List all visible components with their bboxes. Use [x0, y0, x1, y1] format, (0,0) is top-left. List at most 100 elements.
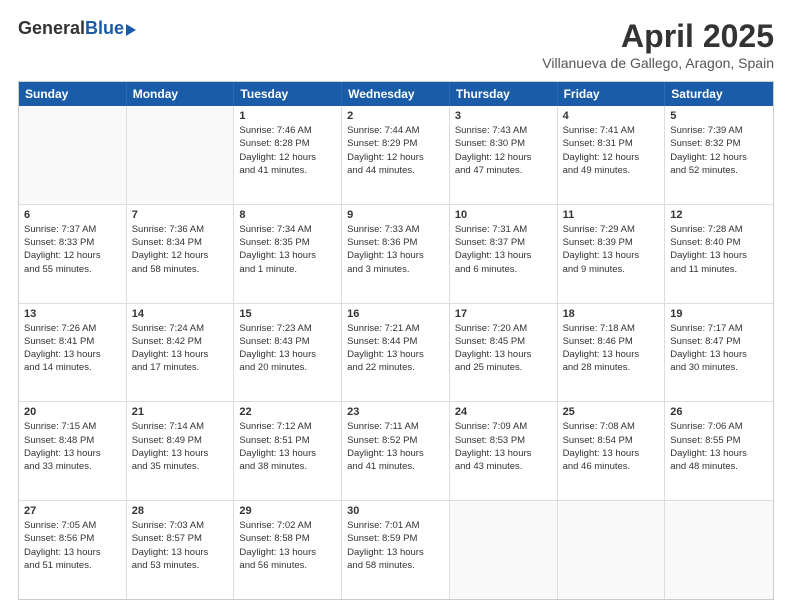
- cell-info-line: Sunset: 8:30 PM: [455, 137, 552, 150]
- day-number: 9: [347, 209, 444, 221]
- calendar-cell: 5Sunrise: 7:39 AMSunset: 8:32 PMDaylight…: [665, 106, 773, 204]
- cell-info-line: Sunrise: 7:03 AM: [132, 519, 229, 532]
- cell-info-line: and 38 minutes.: [239, 460, 336, 473]
- calendar-cell: [450, 501, 558, 599]
- header-day-sunday: Sunday: [19, 82, 127, 106]
- cell-info-line: Sunset: 8:47 PM: [670, 335, 768, 348]
- cell-info-line: Sunrise: 7:02 AM: [239, 519, 336, 532]
- cell-info-line: Sunset: 8:46 PM: [563, 335, 660, 348]
- cell-info-line: Daylight: 12 hours: [132, 249, 229, 262]
- cell-info-line: Daylight: 13 hours: [670, 249, 768, 262]
- cell-info-line: and 44 minutes.: [347, 164, 444, 177]
- cell-info-line: and 14 minutes.: [24, 361, 121, 374]
- day-number: 26: [670, 406, 768, 418]
- cell-info-line: and 58 minutes.: [347, 559, 444, 572]
- cell-info-line: Sunset: 8:54 PM: [563, 434, 660, 447]
- cell-info-line: Sunset: 8:49 PM: [132, 434, 229, 447]
- day-number: 23: [347, 406, 444, 418]
- day-number: 20: [24, 406, 121, 418]
- day-number: 17: [455, 308, 552, 320]
- cell-info-line: Daylight: 13 hours: [455, 249, 552, 262]
- cell-info-line: Daylight: 13 hours: [347, 546, 444, 559]
- cell-info-line: Daylight: 12 hours: [239, 151, 336, 164]
- cell-info-line: Daylight: 13 hours: [563, 447, 660, 460]
- calendar-cell: 13Sunrise: 7:26 AMSunset: 8:41 PMDayligh…: [19, 304, 127, 402]
- cell-info-line: Sunrise: 7:15 AM: [24, 420, 121, 433]
- cell-info-line: Sunset: 8:52 PM: [347, 434, 444, 447]
- day-number: 12: [670, 209, 768, 221]
- logo: General Blue: [18, 18, 136, 39]
- cell-info-line: and 17 minutes.: [132, 361, 229, 374]
- day-number: 15: [239, 308, 336, 320]
- day-number: 5: [670, 110, 768, 122]
- calendar-cell: 16Sunrise: 7:21 AMSunset: 8:44 PMDayligh…: [342, 304, 450, 402]
- calendar-cell: 29 Sunrise: 7:02 AMSunset: 8:58 PMDayligh…: [234, 501, 342, 599]
- cell-info-line: Daylight: 13 hours: [24, 447, 121, 460]
- cell-info-line: Sunset: 8:58 PM: [239, 532, 336, 545]
- cell-info-line: and 6 minutes.: [455, 263, 552, 276]
- calendar-cell: 12Sunrise: 7:28 AMSunset: 8:40 PMDayligh…: [665, 205, 773, 303]
- day-number: 6: [24, 209, 121, 221]
- cell-info-line: Sunrise: 7:41 AM: [563, 124, 660, 137]
- day-number: 2: [347, 110, 444, 122]
- day-number: 11: [563, 209, 660, 221]
- cell-info-line: Daylight: 13 hours: [239, 447, 336, 460]
- calendar-cell: 30Sunrise: 7:01 AMSunset: 8:59 PMDayligh…: [342, 501, 450, 599]
- day-number: 1: [239, 110, 336, 122]
- cell-info-line: and 1 minute.: [239, 263, 336, 276]
- calendar-cell: 6Sunrise: 7:37 AMSunset: 8:33 PMDaylight…: [19, 205, 127, 303]
- cell-info-line: Sunrise: 7:14 AM: [132, 420, 229, 433]
- cell-info-line: Sunset: 8:57 PM: [132, 532, 229, 545]
- cell-info-line: Sunrise: 7:11 AM: [347, 420, 444, 433]
- cell-info-line: Sunrise: 7:12 AM: [239, 420, 336, 433]
- cell-info-line: Sunrise: 7:37 AM: [24, 223, 121, 236]
- day-number: 22: [239, 406, 336, 418]
- logo-arrow-icon: [126, 24, 136, 36]
- cell-info-line: and 47 minutes.: [455, 164, 552, 177]
- calendar-cell: 10Sunrise: 7:31 AMSunset: 8:37 PMDayligh…: [450, 205, 558, 303]
- calendar-cell: 14Sunrise: 7:24 AMSunset: 8:42 PMDayligh…: [127, 304, 235, 402]
- cell-info-line: and 9 minutes.: [563, 263, 660, 276]
- cell-info-line: Sunrise: 7:20 AM: [455, 322, 552, 335]
- cell-info-line: Sunset: 8:45 PM: [455, 335, 552, 348]
- cell-info-line: Sunrise: 7:46 AM: [239, 124, 336, 137]
- cell-info-line: Daylight: 13 hours: [670, 447, 768, 460]
- cell-info-line: Sunset: 8:32 PM: [670, 137, 768, 150]
- calendar-body: 1Sunrise: 7:46 AMSunset: 8:28 PMDaylight…: [19, 106, 773, 599]
- cell-info-line: Daylight: 13 hours: [455, 348, 552, 361]
- cell-info-line: and 33 minutes.: [24, 460, 121, 473]
- day-number: 10: [455, 209, 552, 221]
- cell-info-line: Daylight: 13 hours: [455, 447, 552, 460]
- header-day-wednesday: Wednesday: [342, 82, 450, 106]
- calendar-cell: 1 Sunrise: 7:46 AMSunset: 8:28 PMDaylight…: [234, 106, 342, 204]
- calendar-cell: 27Sunrise: 7:05 AMSunset: 8:56 PMDayligh…: [19, 501, 127, 599]
- cell-info-line: Sunrise: 7:01 AM: [347, 519, 444, 532]
- day-number: 8: [239, 209, 336, 221]
- calendar-cell: 3Sunrise: 7:43 AMSunset: 8:30 PMDaylight…: [450, 106, 558, 204]
- cell-info-line: Sunrise: 7:06 AM: [670, 420, 768, 433]
- cell-info-line: Daylight: 13 hours: [347, 348, 444, 361]
- cell-info-line: Sunset: 8:51 PM: [239, 434, 336, 447]
- calendar: SundayMondayTuesdayWednesdayThursdayFrid…: [18, 81, 774, 600]
- cell-info-line: Sunset: 8:28 PM: [239, 137, 336, 150]
- logo-blue: Blue: [85, 18, 124, 39]
- cell-info-line: Sunrise: 7:34 AM: [239, 223, 336, 236]
- cell-info-line: Daylight: 12 hours: [670, 151, 768, 164]
- cell-info-line: and 41 minutes.: [239, 164, 336, 177]
- cell-info-line: Sunset: 8:44 PM: [347, 335, 444, 348]
- calendar-cell: 19Sunrise: 7:17 AMSunset: 8:47 PMDayligh…: [665, 304, 773, 402]
- cell-info-line: Daylight: 13 hours: [24, 348, 121, 361]
- cell-info-line: and 55 minutes.: [24, 263, 121, 276]
- cell-info-line: Daylight: 13 hours: [347, 249, 444, 262]
- cell-info-line: Sunrise: 7:05 AM: [24, 519, 121, 532]
- cell-info-line: and 51 minutes.: [24, 559, 121, 572]
- cell-info-line: Sunset: 8:48 PM: [24, 434, 121, 447]
- cell-info-line: Sunrise: 7:18 AM: [563, 322, 660, 335]
- cell-info-line: Sunset: 8:33 PM: [24, 236, 121, 249]
- day-number: 29: [239, 505, 336, 517]
- calendar-cell: [665, 501, 773, 599]
- cell-info-line: Daylight: 13 hours: [239, 546, 336, 559]
- calendar-cell: [19, 106, 127, 204]
- cell-info-line: Sunrise: 7:44 AM: [347, 124, 444, 137]
- calendar-cell: 18Sunrise: 7:18 AMSunset: 8:46 PMDayligh…: [558, 304, 666, 402]
